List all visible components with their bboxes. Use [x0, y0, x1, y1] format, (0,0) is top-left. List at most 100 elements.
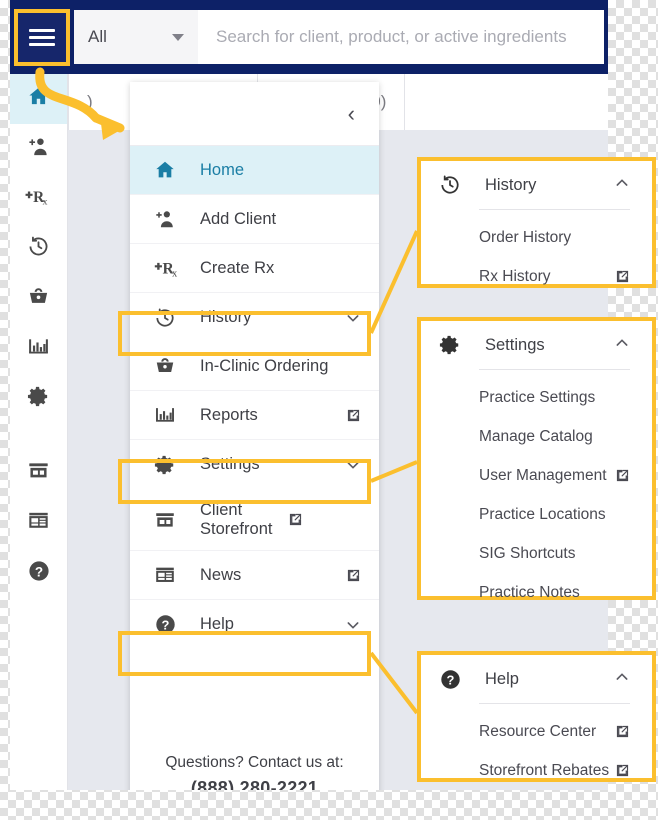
gear-icon	[154, 454, 188, 476]
chevron-down-icon	[172, 33, 184, 41]
news-icon	[27, 509, 50, 537]
callout-row-label: Manage Catalog	[479, 427, 593, 445]
bar-chart-icon	[154, 404, 188, 426]
menu-item-home[interactable]: Home	[130, 146, 379, 195]
menu-item-create-rx[interactable]: R x Create Rx	[130, 244, 379, 293]
callout-row-label: Practice Notes	[479, 583, 580, 601]
chevron-up-icon[interactable]	[614, 175, 630, 196]
menu-item-label: History	[200, 308, 252, 327]
menu-item-label: Settings	[200, 455, 260, 474]
callout-settings: Settings Practice Settings Manage Catalo…	[417, 317, 656, 601]
chevron-left-icon[interactable]: ‹	[348, 102, 355, 125]
chevron-down-icon	[345, 617, 361, 633]
rail-item-news[interactable]	[10, 498, 67, 548]
callout-row-label: User Management	[479, 466, 607, 484]
svg-text:?: ?	[34, 564, 42, 579]
history-clock-icon	[154, 307, 188, 329]
rail-item-home[interactable]	[10, 74, 67, 124]
menu-item-settings[interactable]: Settings	[130, 440, 379, 489]
external-link-icon	[346, 568, 361, 583]
svg-text:x: x	[172, 268, 177, 279]
bar-chart-icon	[27, 335, 50, 363]
callout-row-practice-locations[interactable]: Practice Locations	[421, 495, 652, 534]
contact-prompt: Questions? Contact us at:	[165, 754, 344, 771]
callout-row-order-history[interactable]: Order History	[421, 218, 652, 257]
callout-header[interactable]: Settings	[421, 321, 652, 369]
external-link-icon	[346, 408, 361, 423]
menu-item-client-storefront[interactable]: Client Storefront	[130, 489, 379, 551]
top-navigation-bar: All	[10, 0, 608, 74]
question-circle-icon: ?	[154, 613, 188, 636]
callout-row-label: Order History	[479, 228, 572, 246]
menu-item-label: Reports	[200, 405, 258, 424]
svg-text:?: ?	[447, 672, 455, 687]
chevron-up-icon[interactable]	[614, 669, 630, 690]
rail-item-add-client[interactable]	[10, 124, 67, 174]
contact-phone[interactable]: (888) 280-2221	[130, 778, 379, 790]
rail-item-settings[interactable]	[10, 374, 67, 424]
svg-text:x: x	[43, 197, 48, 208]
callout-row-resource-center[interactable]: Resource Center	[421, 712, 652, 751]
rail-item-history[interactable]	[10, 224, 67, 274]
add-person-icon	[27, 135, 50, 163]
callout-header[interactable]: ? Help	[421, 655, 652, 703]
menu-footer: Questions? Contact us at: (888) 280-2221	[130, 754, 379, 790]
external-link-icon	[288, 512, 303, 527]
tab-partial-label: )	[87, 92, 93, 111]
plus-rx-icon: R x	[154, 257, 188, 279]
home-icon	[27, 85, 50, 113]
callout-help: ? Help Resource Center Storefront Rebate…	[417, 651, 656, 782]
menu-item-label: Home	[200, 160, 245, 179]
rail-divider	[10, 424, 67, 448]
left-icon-rail: R x ?	[10, 74, 68, 790]
menu-item-in-clinic-ordering[interactable]: In-Clinic Ordering	[130, 342, 379, 391]
news-icon	[154, 564, 188, 586]
menu-item-label: Help	[200, 615, 234, 634]
menu-item-reports[interactable]: Reports	[130, 391, 379, 440]
callout-row-practice-notes[interactable]: Practice Notes	[421, 573, 652, 612]
search-category-value: All	[88, 27, 107, 46]
callout-title: Help	[485, 669, 519, 688]
menu-item-label: Client Storefront	[200, 500, 273, 538]
rail-item-in-clinic-ordering[interactable]	[10, 274, 67, 324]
hamburger-menu-button[interactable]	[14, 9, 70, 66]
callout-row-user-management[interactable]: User Management	[421, 456, 652, 495]
external-link-icon	[615, 763, 630, 778]
callout-row-label: Practice Locations	[479, 505, 606, 523]
external-link-icon	[615, 724, 630, 739]
menu-item-help[interactable]: ? Help	[130, 600, 379, 649]
rail-item-reports[interactable]	[10, 324, 67, 374]
callout-title: Settings	[485, 335, 545, 354]
menu-item-news[interactable]: News	[130, 551, 379, 600]
callout-header[interactable]: History	[421, 161, 652, 209]
rail-item-create-rx[interactable]: R x	[10, 174, 67, 224]
gear-icon	[27, 385, 50, 413]
basket-icon	[154, 355, 188, 377]
menu-item-label: Create Rx	[200, 258, 275, 277]
rail-item-client-storefront[interactable]	[10, 448, 67, 498]
external-link-icon	[615, 269, 630, 284]
callout-row-rx-history[interactable]: Rx History	[421, 257, 652, 296]
plus-rx-icon: R x	[25, 185, 52, 213]
callout-row-manage-catalog[interactable]: Manage Catalog	[421, 417, 652, 456]
gear-icon	[439, 334, 469, 356]
menu-item-add-client[interactable]: Add Client	[130, 195, 379, 244]
search-input[interactable]	[198, 10, 604, 64]
svg-text:?: ?	[162, 618, 170, 633]
callout-row-sig-shortcuts[interactable]: SIG Shortcuts	[421, 534, 652, 573]
callout-row-label: Rx History	[479, 267, 551, 285]
callout-title: History	[485, 175, 537, 194]
rail-item-help[interactable]: ?	[10, 548, 67, 598]
menu-item-history[interactable]: History	[130, 293, 379, 342]
chevron-up-icon[interactable]	[614, 335, 630, 356]
menu-header: ‹	[130, 82, 379, 146]
callout-row-practice-settings[interactable]: Practice Settings	[421, 378, 652, 417]
question-circle-icon: ?	[27, 559, 51, 588]
search-category-select[interactable]: All	[74, 10, 198, 64]
main-flyout-menu: ‹ Home Add Client R x Create Rx History …	[130, 82, 379, 790]
callout-row-label: Resource Center	[479, 722, 597, 740]
hamburger-icon	[29, 25, 55, 50]
callout-row-storefront-rebates[interactable]: Storefront Rebates	[421, 751, 652, 790]
